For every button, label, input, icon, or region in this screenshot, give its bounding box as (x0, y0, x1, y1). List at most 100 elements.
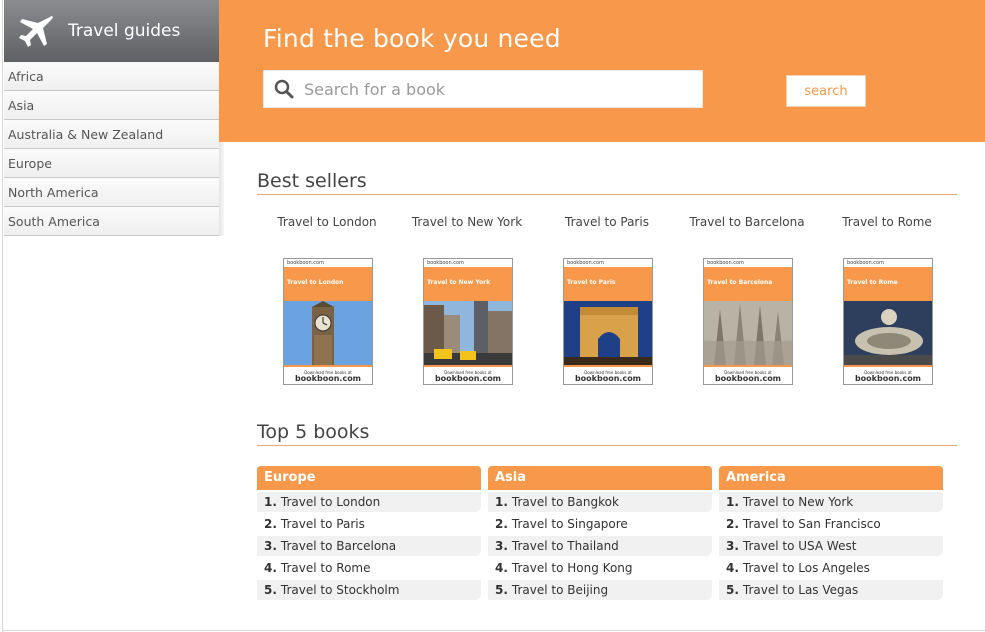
cover-brand: bookboon.com (567, 260, 604, 266)
list-item[interactable]: 1. Travel to New York (719, 492, 943, 512)
cover-brand: bookboon.com (847, 260, 884, 266)
book-link[interactable]: Travel to Singapore (512, 517, 628, 531)
rank-number: 5. (495, 583, 508, 597)
book-title[interactable]: Travel to Paris (537, 210, 677, 234)
book-card[interactable]: Travel to Rome bookboon.com Travel to Ro… (817, 210, 957, 385)
book-cover[interactable]: bookboon.com Travel to London Download f… (283, 258, 373, 385)
page-title: Find the book you need (263, 24, 561, 53)
search-input[interactable] (304, 79, 684, 99)
book-title[interactable]: Travel to Rome (817, 210, 957, 234)
page-bottom-border (2, 630, 985, 631)
cover-photo (564, 301, 652, 365)
airplane-icon (19, 16, 53, 47)
sidebar-title: Travel guides (68, 21, 181, 41)
sidebar-item-south-america[interactable]: South America (4, 207, 224, 236)
book-link[interactable]: Travel to Paris (281, 517, 365, 531)
rank-number: 1. (726, 495, 739, 509)
top5-column-asia: Asia 1. Travel to Bangkok 2. Travel to Sin… (488, 466, 712, 600)
cover-footer-brand: bookboon.com (574, 374, 642, 383)
rank-number: 3. (495, 539, 508, 553)
sidebar-item-australia-new-zealand[interactable]: Australia & New Zealand (4, 120, 224, 149)
top5-column-america: America 1. Travel to New York 2. Travel to… (719, 466, 943, 600)
book-cover[interactable]: bookboon.com Travel to Barcelona Downloa… (703, 258, 793, 385)
book-link[interactable]: Travel to London (281, 495, 380, 509)
rank-number: 1. (264, 495, 277, 509)
top5-region-header: Europe (257, 466, 481, 490)
book-link[interactable]: Travel to USA West (743, 539, 857, 553)
sidebar-list: Africa Asia Australia & New Zealand Euro… (4, 62, 224, 236)
cover-photo (704, 301, 792, 365)
cover-footer-brand: bookboon.com (854, 374, 922, 383)
book-title[interactable]: Travel to New York (397, 210, 537, 234)
book-cover[interactable]: bookboon.com Travel to Rome Download fre… (843, 258, 933, 385)
book-cover[interactable]: bookboon.com Travel to New York Download… (423, 258, 513, 385)
cover-photo (424, 301, 512, 365)
book-card[interactable]: Travel to Paris bookboon.com Travel to P… (537, 210, 677, 385)
rank-number: 2. (495, 517, 508, 531)
top5-region-header: America (719, 466, 943, 490)
cover-title: Travel to Barcelona (704, 267, 792, 301)
cover-title: Travel to Paris (564, 267, 652, 301)
rank-number: 5. (264, 583, 277, 597)
rank-number: 2. (264, 517, 277, 531)
rank-number: 4. (264, 561, 277, 575)
cover-photo (284, 301, 372, 365)
search-box[interactable] (263, 70, 703, 108)
book-title[interactable]: Travel to Barcelona (677, 210, 817, 234)
cover-footer: Download free books at bookboon.com (564, 365, 652, 384)
list-item[interactable]: 3. Travel to Thailand (488, 536, 712, 556)
top5-region-header: Asia (488, 466, 712, 490)
cover-brand: bookboon.com (707, 260, 744, 266)
rank-number: 1. (495, 495, 508, 509)
list-item[interactable]: 2. Travel to Paris (257, 514, 481, 534)
book-link[interactable]: Travel to Beijing (512, 583, 608, 597)
book-link[interactable]: Travel to Stockholm (281, 583, 400, 597)
cover-footer: Download free books at bookboon.com (424, 365, 512, 384)
rank-number: 2. (726, 517, 739, 531)
book-card[interactable]: Travel to London bookboon.com Travel to … (257, 210, 397, 385)
book-link[interactable]: Travel to Las Vegas (743, 583, 858, 597)
cover-footer-brand: bookboon.com (294, 374, 362, 383)
book-link[interactable]: Travel to Los Angeles (743, 561, 870, 575)
cover-brand: bookboon.com (287, 260, 324, 266)
sidebar-item-asia[interactable]: Asia (4, 91, 224, 120)
list-item[interactable]: 2. Travel to Singapore (488, 514, 712, 534)
book-link[interactable]: Travel to New York (743, 495, 853, 509)
list-item[interactable]: 3. Travel to USA West (719, 536, 943, 556)
rank-number: 3. (264, 539, 277, 553)
book-link[interactable]: Travel to Rome (281, 561, 371, 575)
rank-number: 5. (726, 583, 739, 597)
list-item[interactable]: 5. Travel to Stockholm (257, 580, 481, 600)
search-button[interactable]: search (786, 75, 866, 107)
book-card[interactable]: Travel to New York bookboon.com Travel t… (397, 210, 537, 385)
list-item[interactable]: 1. Travel to Bangkok (488, 492, 712, 512)
best-sellers-list: Travel to London bookboon.com Travel to … (257, 210, 957, 390)
sidebar: Travel guides Africa Asia Australia & Ne… (0, 0, 225, 632)
list-item[interactable]: 5. Travel to Las Vegas (719, 580, 943, 600)
book-card[interactable]: Travel to Barcelona bookboon.com Travel … (677, 210, 817, 385)
list-item[interactable]: 4. Travel to Hong Kong (488, 558, 712, 578)
list-item[interactable]: 2. Travel to San Francisco (719, 514, 943, 534)
sidebar-item-europe[interactable]: Europe (4, 149, 224, 178)
book-link[interactable]: Travel to Bangkok (512, 495, 619, 509)
list-item[interactable]: 3. Travel to Barcelona (257, 536, 481, 556)
list-item[interactable]: 1. Travel to London (257, 492, 481, 512)
sidebar-item-africa[interactable]: Africa (4, 62, 224, 91)
cover-title: Travel to New York (424, 267, 512, 301)
list-item[interactable]: 4. Travel to Rome (257, 558, 481, 578)
book-link[interactable]: Travel to Thailand (512, 539, 619, 553)
top5-column-europe: Europe 1. Travel to London 2. Travel to Pa… (257, 466, 481, 600)
book-link[interactable]: Travel to San Francisco (743, 517, 881, 531)
sidebar-header: Travel guides (4, 0, 222, 62)
book-cover[interactable]: bookboon.com Travel to Paris Download fr… (563, 258, 653, 385)
book-link[interactable]: Travel to Hong Kong (512, 561, 633, 575)
sidebar-item-north-america[interactable]: North America (4, 178, 224, 207)
rank-number: 4. (726, 561, 739, 575)
cover-brand: bookboon.com (427, 260, 464, 266)
cover-footer-brand: bookboon.com (714, 374, 782, 383)
book-link[interactable]: Travel to Barcelona (281, 539, 396, 553)
list-item[interactable]: 4. Travel to Los Angeles (719, 558, 943, 578)
cover-footer: Download free books at bookboon.com (704, 365, 792, 384)
book-title[interactable]: Travel to London (257, 210, 397, 234)
list-item[interactable]: 5. Travel to Beijing (488, 580, 712, 600)
